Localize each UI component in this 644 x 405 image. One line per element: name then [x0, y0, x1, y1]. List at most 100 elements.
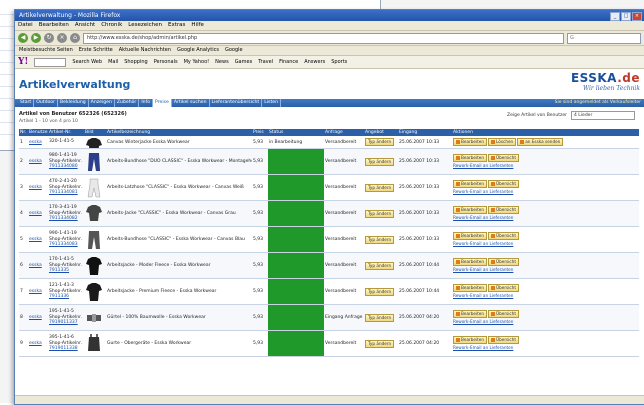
- column-header[interactable]: Artikelbezeichnung: [106, 129, 252, 136]
- column-header[interactable]: Artikel-Nr.: [48, 129, 84, 136]
- minimize-button[interactable]: _: [610, 12, 620, 21]
- change-type-button[interactable]: Typ ändern: [365, 339, 395, 348]
- action-button[interactable]: Übersicht: [488, 310, 519, 318]
- bookmark-item[interactable]: Aktuelle Nachrichten: [119, 46, 171, 55]
- yahoo-item[interactable]: Finance: [279, 56, 298, 68]
- product-thumbnail[interactable]: [85, 204, 103, 224]
- tab-9[interactable]: Listen: [262, 99, 281, 107]
- rework-email-link[interactable]: Rework-Email an Lieferanten: [453, 318, 638, 325]
- article-number[interactable]: 7911334083: [49, 242, 83, 248]
- yahoo-item[interactable]: Answers: [304, 56, 325, 68]
- user-link[interactable]: esska: [29, 140, 42, 145]
- action-button[interactable]: Übersicht: [488, 180, 519, 188]
- user-link[interactable]: esska: [29, 315, 42, 320]
- yahoo-search-input[interactable]: [34, 57, 67, 67]
- change-type-button[interactable]: Typ ändern: [365, 313, 395, 322]
- action-button[interactable]: Bearbeiten: [453, 180, 488, 188]
- action-button[interactable]: Bearbeiten: [453, 154, 488, 162]
- maximize-button[interactable]: □: [621, 12, 631, 21]
- home-icon[interactable]: ⌂: [70, 33, 80, 43]
- search-input[interactable]: G: [567, 32, 641, 44]
- yahoo-logo[interactable]: Y!: [18, 56, 28, 68]
- filter-select[interactable]: 4 Lieder: [571, 111, 635, 120]
- yahoo-item[interactable]: My Yahoo!: [184, 56, 210, 68]
- product-thumbnail[interactable]: [85, 256, 103, 276]
- action-button[interactable]: Übersicht: [488, 154, 519, 162]
- tab-1[interactable]: Outdoor: [34, 99, 58, 107]
- action-button[interactable]: Bearbeiten: [453, 284, 488, 292]
- bookmark-item[interactable]: Google: [225, 46, 243, 55]
- user-link[interactable]: esska: [29, 263, 42, 268]
- user-link[interactable]: esska: [29, 341, 42, 346]
- product-thumbnail[interactable]: [85, 152, 103, 172]
- menu-file[interactable]: Datei: [18, 21, 33, 30]
- column-header[interactable]: Eingang: [398, 129, 452, 136]
- stop-icon[interactable]: ×: [57, 33, 67, 43]
- back-arrow-icon[interactable]: ◀: [18, 33, 28, 43]
- user-link[interactable]: esska: [29, 237, 42, 242]
- url-input[interactable]: http://www.esska.de/shop/admin/artikel.p…: [83, 32, 564, 44]
- rework-email-link[interactable]: Rework-Email an Lieferanten: [453, 344, 638, 351]
- article-number[interactable]: 7911335: [49, 268, 83, 274]
- rework-email-link[interactable]: Rework-Email an Lieferanten: [453, 188, 638, 195]
- change-type-button[interactable]: Typ ändern: [365, 235, 395, 244]
- rework-email-link[interactable]: Rework-Email an Lieferanten: [453, 266, 638, 273]
- column-header[interactable]: Nr.: [19, 129, 28, 136]
- article-number[interactable]: 7911334081: [49, 190, 83, 196]
- tab-6[interactable]: Preise: [153, 99, 172, 107]
- action-button[interactable]: Übersicht: [488, 284, 519, 292]
- action-button[interactable]: Bearbeiten: [453, 232, 488, 240]
- action-button[interactable]: Bearbeiten: [453, 336, 488, 344]
- column-header[interactable]: Bild: [84, 129, 106, 136]
- article-number[interactable]: 7919011338: [49, 346, 83, 352]
- action-button[interactable]: Löschen: [488, 138, 517, 146]
- tab-0[interactable]: Start: [18, 99, 35, 107]
- rework-email-link[interactable]: Rework-Email an Lieferanten: [453, 240, 638, 247]
- product-thumbnail[interactable]: [85, 137, 103, 148]
- product-thumbnail[interactable]: [85, 230, 103, 250]
- user-link[interactable]: esska: [29, 211, 42, 216]
- tab-2[interactable]: Bekleidung: [58, 99, 89, 107]
- change-type-button[interactable]: Typ ändern: [365, 209, 395, 218]
- change-type-button[interactable]: Typ ändern: [365, 157, 395, 166]
- change-type-button[interactable]: Typ ändern: [365, 261, 395, 270]
- menu-view[interactable]: Ansicht: [75, 21, 95, 30]
- bookmark-item[interactable]: Google Analytics: [177, 46, 219, 55]
- menu-bookmarks[interactable]: Lesezeichen: [128, 21, 162, 30]
- menu-edit[interactable]: Bearbeiten: [39, 21, 69, 30]
- tab-5[interactable]: Info: [139, 99, 154, 107]
- yahoo-item[interactable]: Search Web: [72, 56, 102, 68]
- product-thumbnail[interactable]: [85, 178, 103, 198]
- action-button[interactable]: Übersicht: [488, 336, 519, 344]
- product-thumbnail[interactable]: [85, 282, 103, 302]
- column-header[interactable]: Preis: [252, 129, 268, 136]
- yahoo-item[interactable]: Games: [235, 56, 253, 68]
- menu-help[interactable]: Hilfe: [191, 21, 204, 30]
- change-type-button[interactable]: Typ ändern: [365, 287, 395, 296]
- action-button[interactable]: Übersicht: [488, 232, 519, 240]
- yahoo-item[interactable]: Shopping: [124, 56, 147, 68]
- menu-history[interactable]: Chronik: [101, 21, 122, 30]
- tab-4[interactable]: Zubehör: [115, 99, 140, 107]
- article-number[interactable]: 7919011337: [49, 320, 83, 326]
- yahoo-item[interactable]: Sports: [331, 56, 347, 68]
- column-header[interactable]: Anfrage: [324, 129, 364, 136]
- column-header[interactable]: Status: [268, 129, 324, 136]
- action-button[interactable]: Bearbeiten: [453, 258, 488, 266]
- action-button[interactable]: Bearbeiten: [453, 310, 488, 318]
- action-button[interactable]: an Esska senden: [517, 138, 564, 146]
- close-button[interactable]: ×: [632, 12, 642, 21]
- tab-7[interactable]: Artikel suchen: [172, 99, 210, 107]
- action-button[interactable]: Übersicht: [488, 258, 519, 266]
- article-number[interactable]: 7911334082: [49, 216, 83, 222]
- column-header[interactable]: Aktionen: [452, 129, 639, 136]
- action-button[interactable]: Bearbeiten: [453, 206, 488, 214]
- user-link[interactable]: esska: [29, 159, 42, 164]
- change-type-button[interactable]: Typ ändern: [365, 138, 395, 146]
- action-button[interactable]: Übersicht: [488, 206, 519, 214]
- rework-email-link[interactable]: Rework-Email an Lieferanten: [453, 162, 638, 169]
- product-thumbnail[interactable]: [85, 308, 103, 328]
- yahoo-item[interactable]: Personals: [154, 56, 178, 68]
- change-type-button[interactable]: Typ ändern: [365, 183, 395, 192]
- forward-arrow-icon[interactable]: ▶: [31, 33, 41, 43]
